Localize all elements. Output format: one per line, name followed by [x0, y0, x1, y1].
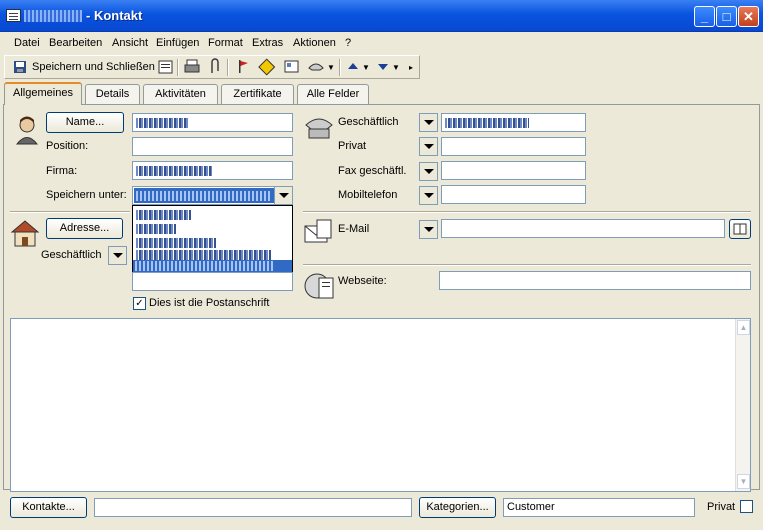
address-textbox[interactable] [132, 272, 293, 291]
contact-person-icon [15, 116, 39, 145]
phone-type-dropdown-business[interactable] [419, 113, 438, 132]
private-label: Privat [707, 501, 736, 513]
title-bar[interactable]: - Kontakt _ □ ✕ [0, 0, 763, 32]
tab-details[interactable]: Details [85, 84, 140, 104]
notes-scrollbar[interactable]: ▲ ▼ [735, 319, 750, 491]
dial-dropdown-arrow[interactable]: ▼ [327, 58, 335, 77]
redacted-name [136, 118, 188, 128]
address-book-icon [733, 223, 747, 235]
address-book-button[interactable] [729, 219, 751, 239]
company-label: Firma: [46, 165, 78, 177]
menu-extras[interactable]: Extras [252, 37, 283, 49]
address-button[interactable]: Adresse... [46, 218, 123, 239]
full-name-field[interactable] [132, 113, 293, 132]
file-as-option[interactable] [136, 250, 271, 260]
phone-label-mobile: Mobiltelefon [338, 189, 398, 201]
file-as-selected-value [134, 188, 274, 203]
attach-paperclip-icon[interactable] [207, 58, 221, 77]
name-button[interactable]: Name... [46, 112, 124, 133]
follow-up-flag-icon[interactable] [236, 58, 250, 77]
menu-bar: Datei Bearbeiten Ansicht Einfügen Format… [0, 33, 763, 54]
scroll-down-icon[interactable]: ▼ [737, 474, 750, 489]
phone-field-private[interactable] [441, 137, 586, 156]
file-as-option[interactable] [136, 224, 176, 234]
tab-aktivitaeten[interactable]: Aktivitäten [143, 84, 218, 104]
tab-alle-felder[interactable]: Alle Felder [297, 84, 369, 104]
next-dropdown-arrow[interactable]: ▼ [392, 58, 400, 77]
window-title: - Kontakt [86, 8, 143, 23]
print-icon[interactable] [183, 58, 201, 77]
maximize-button[interactable]: □ [716, 6, 737, 27]
redacted-company [136, 166, 212, 176]
minimize-button[interactable]: _ [694, 6, 715, 27]
email-envelope-icon [304, 219, 332, 243]
previous-dropdown-arrow[interactable]: ▼ [362, 58, 370, 77]
file-as-option[interactable] [136, 210, 191, 220]
telephone-icon [305, 118, 333, 139]
position-label: Position: [46, 140, 89, 152]
phone-label-fax: Fax geschäftl. [338, 165, 407, 177]
menu-einfuegen[interactable]: Einfügen [156, 37, 199, 49]
mailing-address-checkbox[interactable]: ✓ [133, 297, 146, 310]
tab-allgemeines[interactable]: Allgemeines [4, 82, 82, 105]
phone-type-dropdown-private[interactable] [419, 137, 438, 156]
file-as-label: Speichern unter: [46, 189, 127, 201]
webpage-label: Webseite: [338, 275, 387, 287]
file-as-dropdown-button[interactable] [274, 186, 293, 205]
toolbar-options-arrow[interactable]: ▸ [409, 58, 413, 77]
phone-label-private: Privat [338, 140, 367, 152]
standard-toolbar: Speichern und Schließen ▼ ▼ ▼ ▸ [4, 55, 420, 79]
scroll-up-icon[interactable]: ▲ [737, 320, 750, 335]
save-close-button[interactable]: Speichern und Schließen [13, 58, 157, 77]
file-as-option-highlighted[interactable] [133, 260, 292, 272]
title-redacted-name [24, 10, 82, 22]
webpage-globe-icon [304, 273, 334, 299]
file-as-select[interactable] [132, 186, 293, 205]
menu-format[interactable]: Format [208, 37, 243, 49]
categories-button[interactable]: Kategorien... [419, 497, 496, 518]
company-field[interactable] [132, 161, 293, 180]
previous-item-icon[interactable] [347, 58, 359, 77]
contacts-button[interactable]: Kontakte... [10, 497, 87, 518]
save-as-icon[interactable] [157, 58, 175, 77]
address-type-dropdown[interactable] [108, 246, 127, 265]
phone-field-fax[interactable] [441, 161, 586, 180]
phone-field-mobile[interactable] [441, 185, 586, 204]
private-checkbox[interactable] [740, 500, 753, 513]
file-as-dropdown-list [132, 205, 293, 272]
menu-ansicht[interactable]: Ansicht [112, 37, 148, 49]
address-type-label: Geschäftlich [41, 249, 102, 261]
categories-field[interactable]: Customer [503, 498, 695, 517]
redacted-phone [445, 118, 529, 128]
contacts-field[interactable] [94, 498, 412, 517]
phone-dial-icon[interactable] [307, 58, 325, 77]
mailing-address-label: Dies ist die Postanschrift [149, 297, 270, 309]
email-type-dropdown[interactable] [419, 220, 438, 239]
email-field[interactable] [441, 219, 725, 238]
phone-type-dropdown-fax[interactable] [419, 162, 438, 181]
position-field[interactable] [132, 137, 293, 156]
call-contact-icon[interactable] [257, 58, 275, 77]
contact-card-icon[interactable] [6, 9, 21, 22]
save-disk-icon [14, 61, 26, 73]
phone-label-business: Geschäftlich [338, 116, 399, 128]
notes-textarea[interactable] [10, 318, 751, 492]
address-house-icon [10, 220, 40, 247]
webpage-field[interactable] [439, 271, 751, 290]
email-label: E-Mail [338, 223, 370, 235]
file-as-option[interactable] [136, 238, 216, 248]
menu-datei[interactable]: Datei [14, 37, 40, 49]
next-item-icon[interactable] [377, 58, 389, 77]
close-button[interactable]: ✕ [738, 6, 759, 27]
address-card-icon[interactable] [283, 58, 301, 77]
tab-zertifikate[interactable]: Zertifikate [221, 84, 294, 104]
phone-field-business[interactable] [441, 113, 586, 132]
menu-aktionen[interactable]: Aktionen [293, 37, 336, 49]
menu-help[interactable]: ? [345, 37, 351, 49]
menu-bearbeiten[interactable]: Bearbeiten [49, 37, 102, 49]
phone-type-dropdown-mobile[interactable] [419, 186, 438, 205]
